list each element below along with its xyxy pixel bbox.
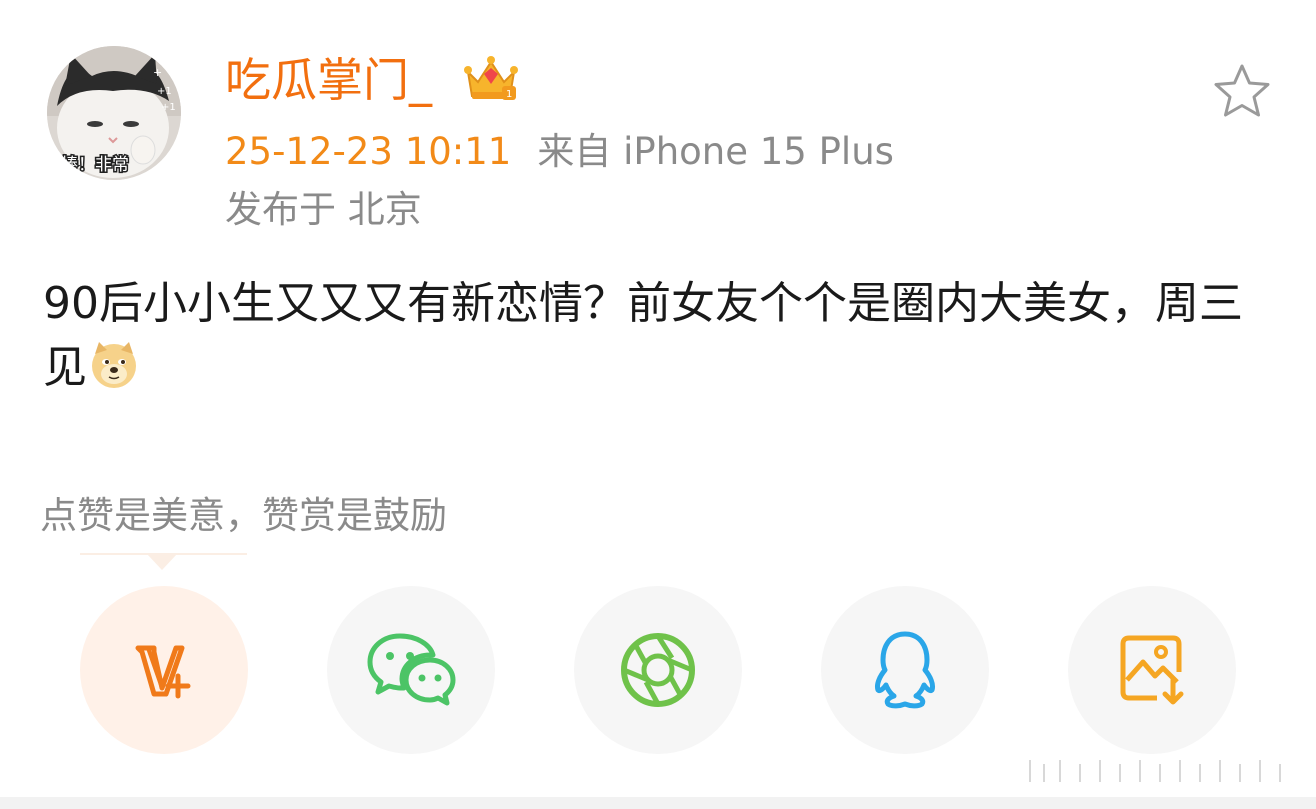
favorite-star-icon[interactable] [1212,62,1272,120]
vplus-share-button[interactable] [80,586,248,754]
post-meta: 25-12-23 10:11 来自 iPhone 15 Plus [225,130,894,174]
wechat-share-button[interactable] [327,586,495,754]
post-timestamp: 25-12-23 10:11 [225,130,512,173]
avatar[interactable]: + +1 +1 棒！非常 [47,46,181,180]
weibo-share-card: + +1 +1 棒！非常 吃瓜掌门_ 1 25-12-23 10:11 来自 iP… [0,0,1316,809]
svg-text:+: + [153,66,162,79]
crown-icon: 1 [464,56,518,100]
qq-icon [875,631,935,709]
v-plus-icon [135,645,191,699]
post-source: 来自 iPhone 15 Plus [537,130,894,173]
reward-prompt: 点赞是美意，赞赏是鼓励 [40,494,447,537]
author-name[interactable]: 吃瓜掌门_ [225,52,432,108]
post-location: 发布于 北京 [225,188,422,231]
avatar-caption: 棒！非常 [61,155,129,175]
svg-text:+1: +1 [157,86,172,97]
svg-text:+1: +1 [161,102,176,113]
cat-avatar-image: + +1 +1 棒！非常 [47,46,181,180]
moments-share-button[interactable] [574,586,742,754]
save-image-share-button[interactable] [1068,586,1236,754]
svg-text:1: 1 [506,89,512,100]
tooltip-caret [147,554,177,570]
doge-emoji-icon [92,342,136,388]
post-text: 90后小小生又又又有新恋情？前女友个个是圈内大美女，周三见 [43,278,1243,393]
qq-share-button[interactable] [821,586,989,754]
wechat-icon [367,633,456,706]
moments-icon [621,633,695,707]
save-image-icon [1120,635,1184,705]
bottom-bar [0,797,1316,809]
post-text-container: 90后小小生又又又有新恋情？前女友个个是圈内大美女，周三见 [43,272,1283,400]
watermark-marks [1029,760,1281,782]
